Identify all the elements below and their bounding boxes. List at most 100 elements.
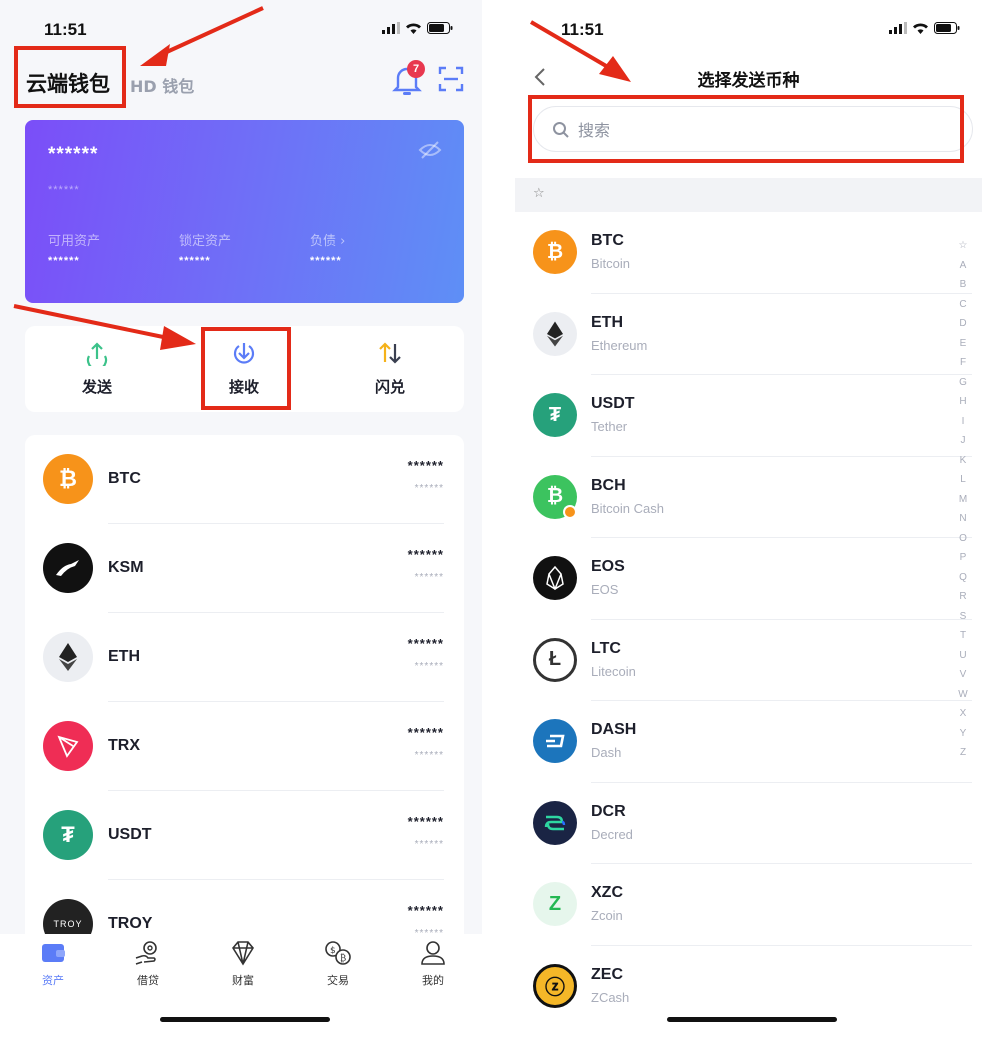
index-letter[interactable]: K xyxy=(955,451,971,471)
asset-symbol: TROY xyxy=(108,915,153,932)
index-letter[interactable]: Z xyxy=(955,743,971,763)
tab-trade-label: 交易 xyxy=(327,974,349,987)
notification-badge: 7 xyxy=(407,60,425,78)
ksm-bird-icon xyxy=(56,560,79,576)
liabilities[interactable]: 负债 › ****** xyxy=(310,230,345,267)
send-label: 发送 xyxy=(81,378,112,396)
index-letter[interactable]: U xyxy=(955,646,971,666)
asset-fiat-hidden: ****** xyxy=(414,661,444,672)
tab-wealth-label: 财富 xyxy=(232,974,254,987)
zec-coin-icon: ⓩ xyxy=(533,963,577,1008)
coin-row-usdt[interactable]: ₮ USDT Tether xyxy=(515,375,982,457)
index-letter[interactable]: J xyxy=(955,431,971,451)
eye-hidden-icon[interactable] xyxy=(418,140,442,160)
alphabet-index[interactable]: ☆ A B C D E F G H I J K L M N O P Q R S … xyxy=(955,236,971,763)
tab-hd-wallet[interactable]: HD 钱包 xyxy=(130,73,194,97)
index-letter[interactable]: Q xyxy=(955,568,971,588)
asset-fiat-hidden: ****** xyxy=(414,572,444,583)
coin-row-dash[interactable]: DASH Dash xyxy=(515,701,982,783)
diamond-icon xyxy=(232,941,254,966)
index-letter[interactable]: S xyxy=(955,607,971,627)
asset-symbol: KSM xyxy=(108,559,144,576)
trx-triangle-icon xyxy=(57,735,79,758)
index-letter[interactable]: I xyxy=(955,412,971,432)
coin-row-bch[interactable]: ₿ BCH Bitcoin Cash xyxy=(515,457,982,538)
index-letter[interactable]: T xyxy=(955,626,971,646)
star-icon: ☆ xyxy=(533,186,545,201)
coin-symbol: ETH xyxy=(591,313,623,331)
coin-row-ltc[interactable]: Ł LTC Litecoin xyxy=(515,620,982,701)
send-up-arrow-icon xyxy=(86,342,108,371)
tab-wealth[interactable]: 财富 xyxy=(213,940,273,988)
index-star[interactable]: ☆ xyxy=(955,236,971,256)
status-time: 11:51 xyxy=(44,20,87,39)
coin-row-btc[interactable]: ₿ BTC Bitcoin xyxy=(515,212,982,294)
index-letter[interactable]: A xyxy=(955,256,971,276)
index-letter[interactable]: P xyxy=(955,548,971,568)
home-indicator xyxy=(667,1017,837,1022)
tab-loan[interactable]: 借贷 xyxy=(118,940,178,988)
asset-row-usdt[interactable]: ₮ USDT ****** ****** xyxy=(25,791,464,880)
eth-coin-icon xyxy=(533,311,577,356)
index-letter[interactable]: O xyxy=(955,529,971,549)
asset-symbol: USDT xyxy=(108,826,152,843)
svg-text:₿: ₿ xyxy=(340,953,346,964)
wallet-icon xyxy=(42,944,65,962)
index-letter[interactable]: V xyxy=(955,665,971,685)
index-letter[interactable]: D xyxy=(955,314,971,334)
scan-icon[interactable] xyxy=(438,66,464,92)
eos-logo-icon xyxy=(546,566,564,590)
balance-card: ****** ****** 可用资产 ****** 锁定资产 ****** 负债… xyxy=(25,120,464,303)
liabilities-label[interactable]: 负债 › xyxy=(310,230,345,249)
locked-assets: 锁定资产 ****** xyxy=(179,230,231,267)
index-letter[interactable]: H xyxy=(955,392,971,412)
xzc-coin-glyph: Z xyxy=(548,892,562,915)
total-balance-hidden: ****** xyxy=(48,144,99,165)
index-letter[interactable]: R xyxy=(955,587,971,607)
favorites-section-header: ☆ xyxy=(515,178,982,212)
coin-name: Bitcoin xyxy=(591,256,631,271)
coin-row-eos[interactable]: EOS EOS xyxy=(515,538,982,620)
btc-coin-glyph: ₿ xyxy=(59,466,77,491)
tab-trade[interactable]: $ ₿ 交易 xyxy=(308,940,368,988)
index-letter[interactable]: E xyxy=(955,334,971,354)
index-letter[interactable]: X xyxy=(955,704,971,724)
index-letter[interactable]: B xyxy=(955,275,971,295)
zec-coin-glyph: ⓩ xyxy=(545,977,565,999)
coin-symbol: BTC xyxy=(591,232,624,249)
coin-row-dcr[interactable]: DCR Decred xyxy=(515,783,982,864)
dash-coin-icon xyxy=(533,719,577,763)
page-title: 选择发送币种 xyxy=(697,71,800,91)
index-letter[interactable]: N xyxy=(955,509,971,529)
asset-balance-hidden: ****** xyxy=(407,458,444,473)
coin-row-eth[interactable]: ETH Ethereum xyxy=(515,294,982,375)
send-button[interactable]: 发送 xyxy=(52,340,142,397)
usdt-coin-icon: ₮ xyxy=(533,393,577,437)
asset-row-btc[interactable]: ₿ BTC ****** ****** xyxy=(25,435,464,524)
index-letter[interactable]: Y xyxy=(955,724,971,744)
coin-row-xzc[interactable]: Z XZC Zcoin xyxy=(515,864,982,946)
asset-row-trx[interactable]: TRX ****** ****** xyxy=(25,702,464,791)
profile-icon xyxy=(421,941,445,965)
coin-symbol: EOS xyxy=(591,558,625,575)
coin-row-zec[interactable]: ⓩ ZEC ZCash xyxy=(515,946,982,1028)
sub-balance-hidden: ****** xyxy=(48,184,80,196)
index-letter[interactable]: G xyxy=(955,373,971,393)
asset-row-eth[interactable]: ETH ****** ****** xyxy=(25,613,464,702)
swap-button[interactable]: 闪兑 xyxy=(345,340,435,397)
index-letter[interactable]: W xyxy=(955,685,971,705)
eos-coin-icon xyxy=(533,556,577,600)
index-letter[interactable]: M xyxy=(955,490,971,510)
index-letter[interactable]: L xyxy=(955,470,971,490)
dash-logo-icon xyxy=(546,734,565,748)
dcr-logo-icon xyxy=(544,815,566,830)
asset-balance-hidden: ****** xyxy=(407,636,444,651)
coin-name: Ethereum xyxy=(591,337,648,353)
index-letter[interactable]: C xyxy=(955,295,971,315)
coin-name: ZCash xyxy=(591,989,630,1005)
asset-row-ksm[interactable]: KSM ****** ****** xyxy=(25,524,464,613)
coin-symbol: ZEC xyxy=(591,965,623,983)
tab-assets[interactable]: 资产 xyxy=(23,940,83,988)
index-letter[interactable]: F xyxy=(955,353,971,373)
tab-profile[interactable]: 我的 xyxy=(403,940,463,988)
